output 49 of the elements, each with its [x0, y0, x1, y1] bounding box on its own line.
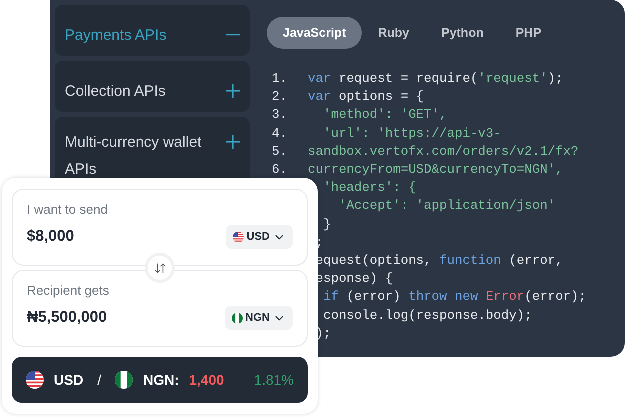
swap-button[interactable] [145, 253, 175, 284]
accordion-item[interactable]: Collection APIs [55, 61, 250, 112]
line-number: 2. [272, 88, 288, 106]
code-line: var options = { [308, 88, 424, 106]
language-tab[interactable]: Ruby [362, 17, 426, 49]
amount-value: $8,000 [27, 228, 74, 246]
us-flag-icon [26, 371, 44, 390]
accordion-item[interactable]: Multi-currency wallet APIs [55, 117, 250, 178]
swap-arrows-icon [154, 262, 166, 275]
code-line: currencyFrom=USD&currencyTo=NGN', [308, 161, 564, 180]
code-line: var request = require('request'); [308, 70, 564, 88]
code-line: if (error) throw new Error(error); [322, 288, 587, 306]
accordion-item[interactable]: Payments APIs [55, 5, 250, 56]
separator: / [98, 372, 102, 388]
line-number: 1. [272, 70, 288, 88]
minus-icon [226, 34, 240, 36]
rate-value: 1,400 [189, 372, 224, 388]
field-label: I want to send [27, 202, 109, 217]
code-line: ; [314, 234, 324, 252]
rate-change: 1.81% [254, 372, 294, 388]
currency-select[interactable]: NGN [224, 306, 293, 330]
language-tab[interactable]: JavaScript [267, 17, 362, 49]
code-line: 'url': 'https://api-v3- [322, 124, 502, 143]
code-line: equest(options, function (error, [314, 252, 564, 270]
ng-flag-icon [115, 371, 134, 390]
line-number: 3. [272, 106, 288, 124]
code-line: } [322, 216, 332, 234]
amount-field[interactable]: Recipient gets ₦5,500,000 NGN [12, 270, 308, 348]
code-line: ); [314, 324, 332, 343]
code-line: esponse) { [314, 270, 394, 288]
language-tab[interactable]: PHP [500, 17, 558, 49]
currency-select[interactable]: USD [226, 225, 293, 249]
code-line: 'method': 'GET', [322, 106, 448, 124]
code-line: 'headers': { [322, 179, 416, 198]
quote-currency: NGN: [143, 372, 180, 388]
code-line: sandbox.vertofx.com/orders/v2.1/fx? [308, 142, 579, 161]
line-number: 6. [272, 161, 288, 180]
base-currency: USD [54, 372, 84, 388]
code-line: console.log(response.body); [322, 306, 532, 325]
ng-flag-icon [232, 312, 243, 324]
field-label: Recipient gets [27, 283, 110, 298]
us-flag-icon [232, 232, 244, 242]
code-line: 'Accept': 'application/json' [338, 197, 556, 216]
plus-icon [226, 84, 240, 98]
amount-value: ₦5,500,000 [27, 309, 108, 328]
plus-icon [226, 135, 240, 149]
language-tab[interactable]: Python [425, 17, 500, 49]
line-number: 4. [272, 124, 288, 143]
line-number: 5. [272, 142, 288, 161]
